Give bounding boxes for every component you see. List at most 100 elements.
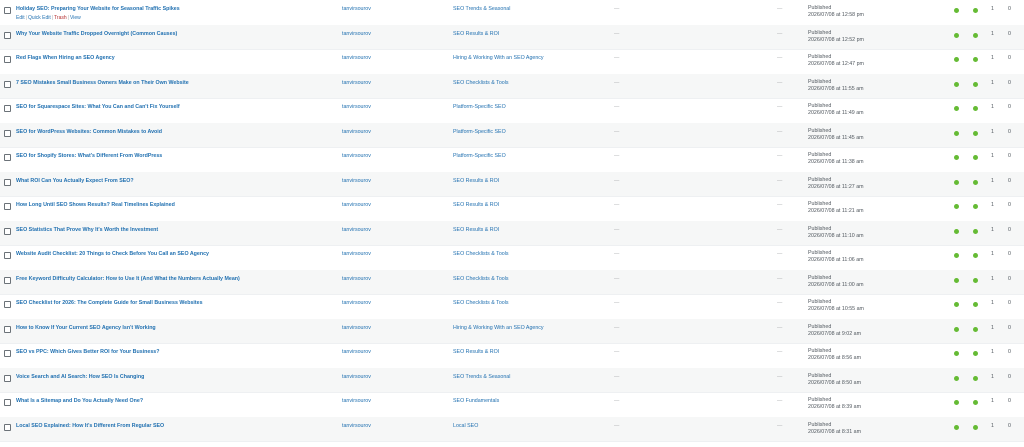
view-link[interactable]: View bbox=[70, 15, 81, 21]
post-status: Published bbox=[808, 176, 832, 183]
post-datetime: 2026/07/08 at 11:45 am bbox=[808, 134, 864, 141]
row-checkbox[interactable] bbox=[4, 7, 11, 14]
post-datetime: 2026/07/08 at 11:21 am bbox=[808, 208, 864, 214]
quick-edit-link[interactable]: Quick Edit bbox=[28, 15, 51, 21]
post-datetime: 2026/07/08 at 8:50 am bbox=[808, 379, 862, 386]
seo-score-dot-icon bbox=[954, 32, 959, 38]
table-row: What Is a Sitemap and Do You Actually Ne… bbox=[0, 392, 1024, 418]
post-status: Published bbox=[808, 274, 832, 281]
seo-score-dot-icon bbox=[954, 228, 959, 234]
row-checkbox[interactable] bbox=[4, 154, 11, 161]
readability-dot-icon bbox=[973, 130, 978, 136]
seo-score-dot-icon bbox=[954, 375, 959, 381]
row-checkbox[interactable] bbox=[4, 203, 11, 210]
post-status: Published bbox=[808, 54, 832, 60]
author-link[interactable]: tanvirsourov bbox=[342, 423, 371, 447]
row-checkbox[interactable] bbox=[4, 80, 11, 88]
posts-table: Holiday SEO: Preparing Your Website for … bbox=[0, 0, 1024, 442]
row-checkbox[interactable] bbox=[4, 350, 11, 357]
row-checkbox[interactable] bbox=[4, 325, 11, 333]
table-row: Holiday SEO: Preparing Your Website for … bbox=[0, 0, 1024, 26]
tags-value: — bbox=[777, 422, 783, 429]
readability-dot-icon bbox=[973, 179, 978, 185]
seo-score-dot-icon bbox=[954, 179, 959, 185]
seo-score-dot-icon bbox=[954, 204, 959, 209]
post-datetime: 2026/07/08 at 11:38 am bbox=[808, 159, 864, 165]
post-status: Published bbox=[808, 29, 832, 36]
post-datetime: 2026/07/08 at 8:39 am bbox=[808, 404, 862, 410]
seo-score-dot-icon bbox=[954, 400, 959, 405]
row-checkbox[interactable] bbox=[4, 374, 11, 382]
post-datetime: 2026/07/08 at 11:06 am bbox=[808, 257, 864, 263]
row-checkbox[interactable] bbox=[4, 56, 11, 63]
row-checkbox[interactable] bbox=[4, 227, 11, 235]
readability-dot-icon bbox=[973, 106, 978, 111]
row-checkbox[interactable] bbox=[4, 252, 11, 259]
post-datetime: 2026/07/08 at 11:27 am bbox=[808, 183, 864, 190]
readability-dot-icon bbox=[973, 81, 978, 87]
table-row: How Long Until SEO Shows Results? Real T… bbox=[0, 196, 1024, 222]
post-status: Published bbox=[808, 421, 832, 428]
row-checkbox[interactable] bbox=[4, 129, 11, 137]
row-checkbox[interactable] bbox=[4, 31, 11, 39]
readability-dot-icon bbox=[973, 8, 978, 13]
readability-dot-icon bbox=[973, 400, 978, 405]
row-checkbox[interactable] bbox=[4, 105, 11, 112]
readability-dot-icon bbox=[973, 228, 978, 234]
row-checkbox[interactable] bbox=[4, 178, 11, 186]
seo-score-dot-icon bbox=[954, 424, 959, 430]
post-datetime: 2026/07/08 at 8:56 am bbox=[808, 355, 862, 361]
post-status: Published bbox=[808, 5, 832, 11]
comments-value: — bbox=[614, 422, 620, 429]
readability-dot-icon bbox=[973, 424, 978, 430]
post-status: Published bbox=[808, 348, 832, 354]
readability-dot-icon bbox=[973, 32, 978, 38]
table-row: SEO Statistics That Prove Why It's Worth… bbox=[0, 220, 1024, 246]
row-checkbox[interactable] bbox=[4, 399, 11, 406]
post-status: Published bbox=[808, 372, 832, 379]
post-status: Published bbox=[808, 323, 832, 330]
post-datetime: 2026/07/08 at 11:00 am bbox=[808, 281, 864, 288]
table-row: 7 SEO Mistakes Small Business Owners Mak… bbox=[0, 73, 1024, 99]
seo-score-dot-icon bbox=[954, 8, 959, 13]
category-link[interactable]: Local SEO bbox=[453, 423, 478, 447]
table-row: SEO Checklist for 2026: The Complete Gui… bbox=[0, 294, 1024, 320]
readability-dot-icon bbox=[973, 155, 978, 160]
post-title-link[interactable]: Local SEO Explained: How It's Different … bbox=[16, 423, 316, 447]
post-datetime: 2026/07/08 at 12:58 pm bbox=[808, 12, 864, 18]
row-checkbox[interactable] bbox=[4, 301, 11, 308]
seo-score-dot-icon bbox=[954, 326, 959, 332]
seo-score-dot-icon bbox=[954, 351, 959, 356]
post-status: Published bbox=[808, 201, 832, 207]
row-checkbox[interactable] bbox=[4, 423, 11, 431]
table-row: SEO vs PPC: Which Gives Better ROI for Y… bbox=[0, 343, 1024, 369]
row-actions: Edit|Quick Edit|Trash|View bbox=[16, 15, 81, 21]
table-row: SEO for WordPress Websites: Common Mista… bbox=[0, 122, 1024, 148]
table-row: Why Your Website Traffic Dropped Overnig… bbox=[0, 24, 1024, 50]
post-datetime: 2026/07/08 at 12:47 pm bbox=[808, 61, 864, 67]
post-status: Published bbox=[808, 250, 832, 256]
readability-dot-icon bbox=[973, 326, 978, 332]
table-row: How to Know If Your Current SEO Agency I… bbox=[0, 318, 1024, 344]
readability-dot-icon bbox=[973, 253, 978, 258]
readability-dot-icon bbox=[973, 351, 978, 356]
table-row: SEO for Shopify Stores: What's Different… bbox=[0, 147, 1024, 173]
post-datetime: 2026/07/08 at 12:52 pm bbox=[808, 36, 864, 43]
table-row: Red Flags When Hiring an SEO Agency tanv… bbox=[0, 49, 1024, 75]
seo-score-dot-icon bbox=[954, 130, 959, 136]
post-status: Published bbox=[808, 103, 832, 109]
post-datetime: 2026/07/08 at 9:02 am bbox=[808, 330, 862, 337]
edit-link[interactable]: Edit bbox=[16, 15, 25, 21]
seo-score-dot-icon bbox=[954, 155, 959, 160]
row-checkbox[interactable] bbox=[4, 276, 11, 284]
table-row: Local SEO Explained: How It's Different … bbox=[0, 416, 1024, 442]
trash-link[interactable]: Trash bbox=[54, 15, 67, 21]
post-datetime: 2026/07/08 at 10:55 am bbox=[808, 306, 864, 312]
post-status: Published bbox=[808, 152, 832, 158]
readability-dot-icon bbox=[973, 375, 978, 381]
seo-score-dot-icon bbox=[954, 106, 959, 111]
seo-score-dot-icon bbox=[954, 57, 959, 62]
post-status: Published bbox=[808, 299, 832, 305]
action-separator: | bbox=[25, 15, 27, 21]
post-datetime: 2026/07/08 at 11:10 am bbox=[808, 232, 864, 239]
